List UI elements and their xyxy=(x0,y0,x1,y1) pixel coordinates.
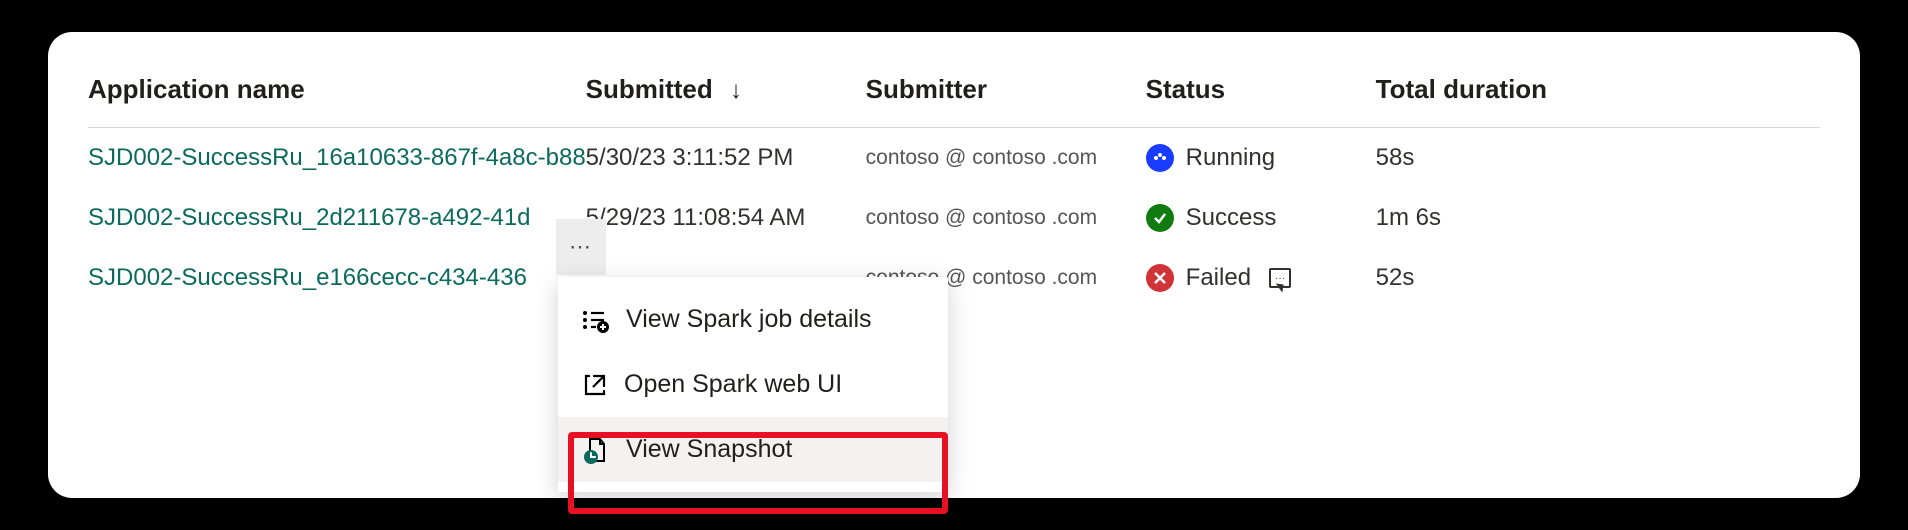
table-row[interactable]: SJD002-SuccessRu_e166cecc-c434-436 conto… xyxy=(88,248,1820,308)
status-cell: Success xyxy=(1146,188,1376,248)
jobs-table: Application name Submitted ↓ Submitter S… xyxy=(88,60,1820,308)
submitted-cell: 5/30/23 3:11:52 PM xyxy=(586,128,866,189)
failed-icon xyxy=(1146,264,1174,292)
menu-view-snapshot[interactable]: View Snapshot xyxy=(558,417,948,482)
table-row[interactable]: SJD002-SuccessRu_2d211678-a492-41d 5/29/… xyxy=(88,188,1820,248)
column-header-duration[interactable]: Total duration xyxy=(1376,60,1820,128)
column-header-submitted[interactable]: Submitted ↓ xyxy=(586,60,866,128)
menu-open-spark-web-ui[interactable]: Open Spark web UI xyxy=(558,352,948,417)
submitter-cell: contoso @ contoso .com xyxy=(866,188,1146,248)
menu-view-spark-details[interactable]: View Spark job details xyxy=(558,287,948,352)
app-name-link[interactable]: SJD002-SuccessRu_e166cecc-c434-436 xyxy=(88,264,527,291)
submitter-cell: contoso @ contoso .com xyxy=(866,128,1146,189)
sort-descending-icon: ↓ xyxy=(730,77,742,105)
duration-cell: 1m 6s xyxy=(1376,188,1820,248)
row-context-menu: View Spark job details Open Spark web UI… xyxy=(558,277,948,492)
column-header-app[interactable]: Application name xyxy=(88,60,586,128)
open-external-icon xyxy=(582,372,608,398)
comment-icon[interactable]: ··· xyxy=(1269,268,1291,288)
app-name-link[interactable]: SJD002-SuccessRu_16a10633-867f-4a8c-b88 xyxy=(88,144,586,171)
row-actions-button[interactable]: ⋯ xyxy=(556,219,606,275)
table-row[interactable]: SJD002-SuccessRu_16a10633-867f-4a8c-b88 … xyxy=(88,128,1820,189)
list-details-icon xyxy=(582,306,610,334)
running-icon xyxy=(1146,144,1174,172)
success-icon xyxy=(1146,204,1174,232)
status-cell: Failed ··· xyxy=(1146,248,1376,308)
duration-cell: 52s xyxy=(1376,248,1820,308)
app-name-link[interactable]: SJD002-SuccessRu_2d211678-a492-41d xyxy=(88,204,531,231)
column-header-status[interactable]: Status xyxy=(1146,60,1376,128)
status-cell: Running xyxy=(1146,128,1376,189)
column-header-submitter[interactable]: Submitter xyxy=(866,60,1146,128)
more-icon: ⋯ xyxy=(569,234,593,260)
duration-cell: 58s xyxy=(1376,128,1820,189)
submitted-cell: 5/29/23 11:08:54 AM xyxy=(586,188,866,248)
snapshot-icon xyxy=(582,436,610,464)
jobs-table-card: Application name Submitted ↓ Submitter S… xyxy=(48,32,1860,498)
